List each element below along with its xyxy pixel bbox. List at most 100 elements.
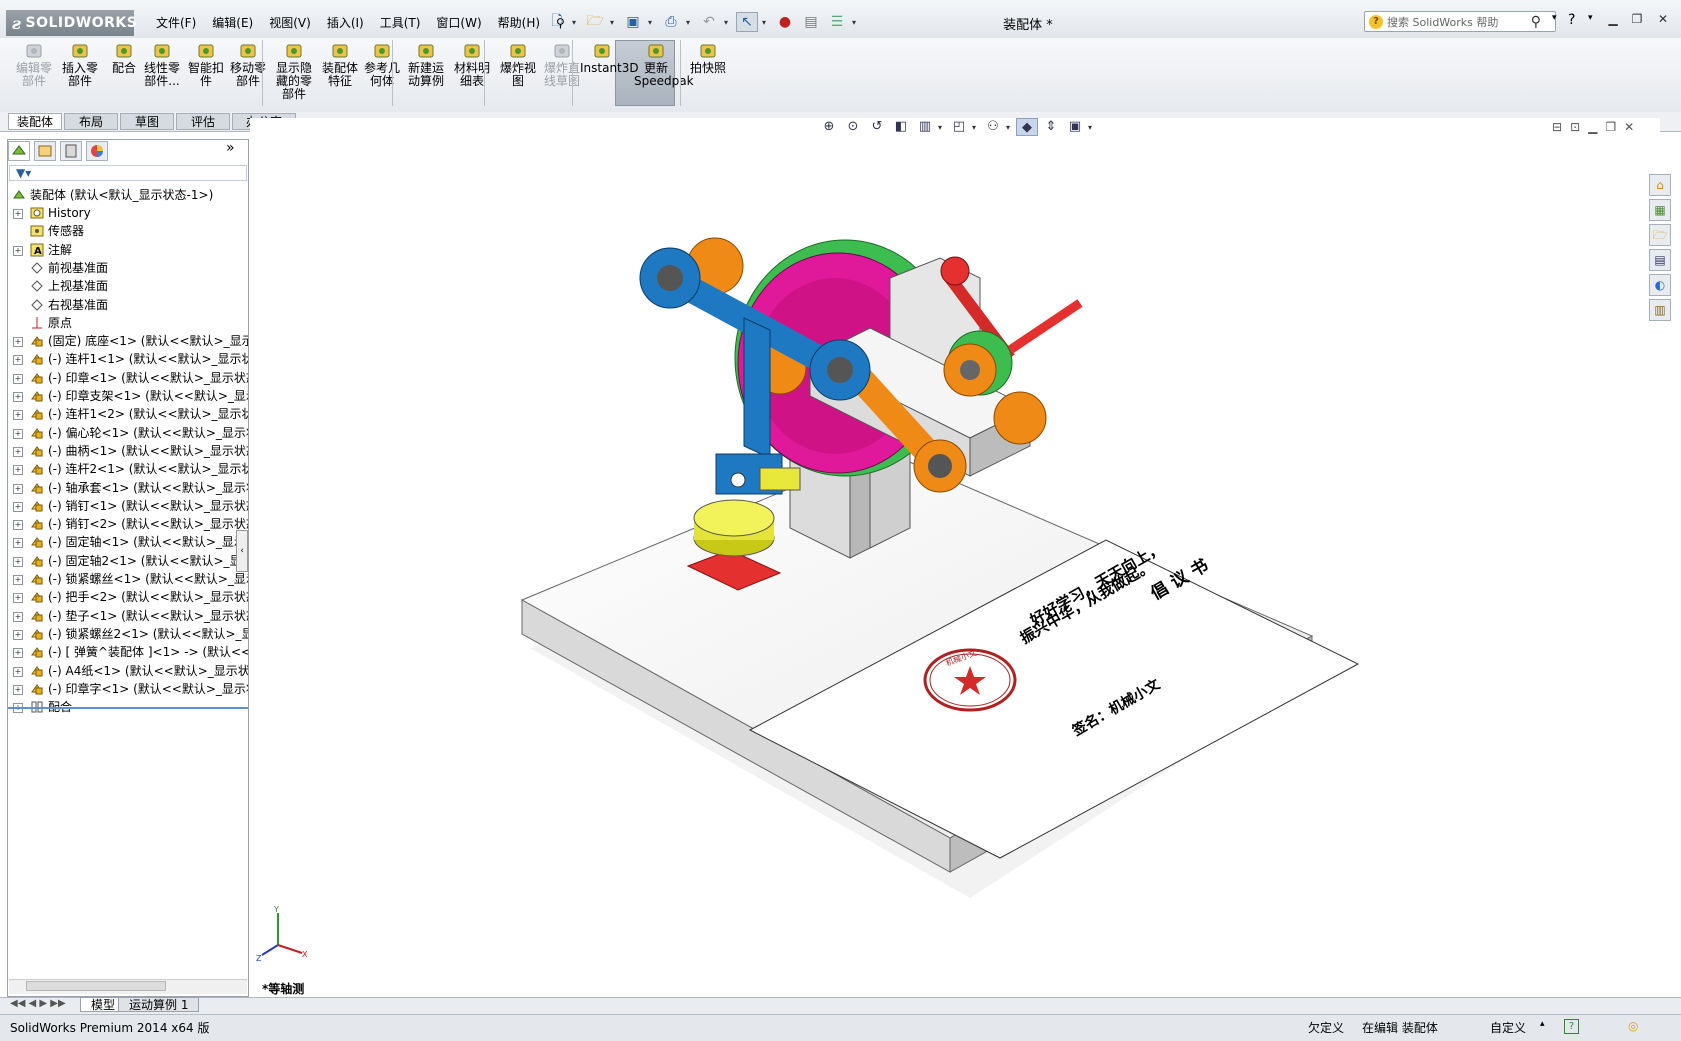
expand-toggle-icon[interactable]: + [13, 428, 23, 439]
part-icon [30, 426, 44, 440]
tab-layout[interactable]: 布局 [64, 113, 118, 130]
command-button-9[interactable]: 新建运 动算例 [404, 42, 448, 88]
command-button-4[interactable]: 智能扣 件 [184, 42, 228, 88]
tree-node[interactable]: + (-) 偏心轮<1> (默认<<默认>_显示状 [8, 424, 248, 442]
expand-toggle-icon[interactable]: + [13, 483, 23, 494]
filter-icon[interactable]: ▼▾ [16, 166, 31, 180]
part-icon [30, 609, 44, 623]
command-button-8[interactable]: 参考几 何体 [360, 42, 404, 88]
command-label: 配合 [111, 61, 136, 75]
chevron-down-icon[interactable]: ▾ [1588, 13, 1593, 23]
tab-sketch[interactable]: 草图 [120, 113, 174, 130]
tree-node[interactable]: + (-) 锁紧螺丝2<1> (默认<<默认>_显 [8, 625, 248, 643]
tree-node[interactable]: + (-) 把手<2> (默认<<默认>_显示状态 [8, 588, 248, 606]
expand-toggle-icon[interactable]: + [13, 355, 23, 366]
tree-node[interactable]: + (-) 销钉<1> (默认<<默认>_显示状态 [8, 497, 248, 515]
expand-panel-icon[interactable]: » [226, 140, 235, 156]
tab-assembly[interactable]: 装配体 [8, 113, 62, 130]
expand-toggle-icon[interactable]: + [13, 575, 23, 585]
command-button-6[interactable]: 显示隐 藏的零 部件 [272, 42, 316, 101]
rebuild-status-icon[interactable]: ◎ [1628, 1019, 1638, 1033]
expand-toggle-icon[interactable]: + [13, 465, 23, 476]
close-icon[interactable]: ✕ [1652, 12, 1674, 28]
expand-toggle-icon[interactable]: + [13, 501, 23, 512]
tree-node[interactable]: + (-) [ 弹簧^装配体 ]<1> -> (默认<< [8, 643, 248, 661]
command-button-5[interactable]: 移动零 部件 [226, 42, 270, 88]
help-icon[interactable]: ? [1568, 12, 1575, 28]
expand-toggle-icon[interactable]: + [13, 446, 23, 457]
expand-toggle-icon[interactable]: + [13, 245, 23, 256]
chevron-up-icon[interactable]: ▴ [1540, 1019, 1545, 1029]
command-button-11[interactable]: 爆炸视 图 [496, 42, 540, 88]
status-units[interactable]: 自定义 [1490, 1019, 1526, 1036]
tree-node[interactable]: + (-) 固定轴<1> (默认<<默认>_显示状 [8, 533, 248, 551]
tree-node[interactable]: + (固定) 底座<1> (默认<<默认>_显示 [8, 332, 248, 350]
tree-node[interactable]: + (-) 印章支架<1> (默认<<默认>_显示 [8, 387, 248, 405]
speedpak-icon [646, 42, 666, 60]
search-icon[interactable]: ⚲ [1531, 14, 1541, 30]
assembly-model-view[interactable]: 倡 议 书 好好学习，天天向上， 振兴中华，从我做起。 签名：机械小文 机械小文 [250, 118, 1660, 998]
tree-node[interactable]: + (-) 销钉<2> (默认<<默认>_显示状态 [8, 515, 248, 533]
search-field[interactable]: ? 搜索 SolidWorks 帮助 ⚲ [1364, 11, 1556, 32]
command-button-15[interactable]: 拍快照 [686, 42, 730, 75]
tree-node[interactable]: + (-) 锁紧螺丝<1> (默认<<默认>_显示 [8, 570, 248, 588]
tree-node[interactable]: + (-) 印章<1> (默认<<默认>_显示状态 [8, 369, 248, 387]
tree-filter[interactable]: ▼▾ [9, 165, 247, 181]
expand-toggle-icon[interactable]: + [13, 538, 23, 549]
scrollbar-thumb[interactable] [26, 981, 166, 991]
expand-toggle-icon[interactable]: + [13, 556, 23, 567]
expand-toggle-icon[interactable]: + [13, 373, 23, 384]
command-button-7[interactable]: 装配体 特征 [318, 42, 362, 88]
tree-node[interactable]: 传感器 [8, 222, 248, 240]
status-help[interactable]: ? [1564, 1019, 1579, 1034]
tree-node[interactable]: + A 注解 [8, 241, 248, 259]
snapshot-icon [698, 42, 718, 60]
display-manager-tab-icon[interactable] [86, 141, 108, 161]
bom-icon [462, 42, 482, 60]
expand-toggle-icon[interactable]: + [13, 629, 23, 640]
tree-node[interactable]: + (-) 连杆2<1> (默认<<默认>_显示状 [8, 460, 248, 478]
tree-node[interactable]: + (-) 连杆1<2> (默认<<默认>_显示状 [8, 405, 248, 423]
maximize-icon[interactable]: ❐ [1626, 12, 1648, 28]
tree-node[interactable]: + (-) 轴承套<1> (默认<<默认>_显示状 [8, 479, 248, 497]
command-button-1[interactable]: 插入零 部件 [58, 42, 102, 88]
tree-node[interactable]: + (-) 固定轴2<1> (默认<<默认>_显示 [8, 552, 248, 570]
command-button-14[interactable]: 更新 Speedpak [634, 42, 694, 88]
tab-nav-arrows-icon[interactable]: ◀◀ ◀ ▶ ▶▶ [10, 998, 66, 1009]
expand-toggle-icon[interactable]: + [13, 666, 23, 677]
expand-toggle-icon[interactable]: + [13, 520, 23, 531]
minimize-icon[interactable]: ▁ [1602, 12, 1624, 28]
tree-node[interactable]: + (-) 垫子<1> (默认<<默认>_显示状态 [8, 607, 248, 625]
tree-node[interactable]: 原点 [8, 314, 248, 332]
tree-node[interactable]: + History [8, 204, 248, 222]
tab-evaluate[interactable]: 评估 [176, 113, 230, 130]
panel-collapse-handle[interactable]: ‹ [236, 530, 248, 572]
command-button-3[interactable]: 线性零 部件... [140, 42, 184, 88]
feature-manager-tab-icon[interactable] [8, 141, 30, 161]
tree-node[interactable]: 右视基准面 [8, 296, 248, 314]
configuration-manager-tab-icon[interactable] [60, 141, 82, 161]
property-manager-tab-icon[interactable] [34, 141, 56, 161]
expand-toggle-icon[interactable]: + [13, 209, 23, 219]
expand-toggle-icon[interactable]: + [13, 410, 23, 421]
chevron-down-icon[interactable]: ▾ [1552, 13, 1557, 23]
expand-toggle-icon[interactable]: + [13, 648, 23, 659]
expand-toggle-icon[interactable]: + [13, 337, 23, 348]
command-button-0[interactable]: 编辑零 部件 [12, 42, 56, 88]
command-button-12[interactable]: 爆炸直 线草图 [540, 42, 584, 88]
tree-node[interactable]: + (-) 印章字<1> (默认<<默认>_显示状 [8, 680, 248, 698]
tree-node[interactable]: + (-) 曲柄<1> (默认<<默认>_显示状态 [8, 442, 248, 460]
tree-node[interactable]: + (-) A4纸<1> (默认<<默认>_显示状态 [8, 662, 248, 680]
tab-motion-study[interactable]: 运动算例 1 [118, 997, 200, 1012]
command-button-10[interactable]: 材料明 细表 [450, 42, 494, 88]
command-button-13[interactable]: Instant3D [580, 42, 639, 75]
expand-toggle-icon[interactable]: + [13, 392, 23, 402]
expand-toggle-icon[interactable]: + [13, 593, 23, 604]
expand-toggle-icon[interactable]: + [13, 611, 23, 622]
tree-root[interactable]: 装配体 (默认<默认_显示状态-1>) [8, 186, 248, 204]
expand-toggle-icon[interactable]: + [13, 684, 23, 695]
tree-node[interactable]: + (-) 连杆1<1> (默认<<默认>_显示状 [8, 350, 248, 368]
tree-node[interactable]: 上视基准面 [8, 277, 248, 295]
tree-node-label: (-) 垫子<1> (默认<<默认>_显示状态 [48, 608, 248, 623]
tree-node[interactable]: 前视基准面 [8, 259, 248, 277]
